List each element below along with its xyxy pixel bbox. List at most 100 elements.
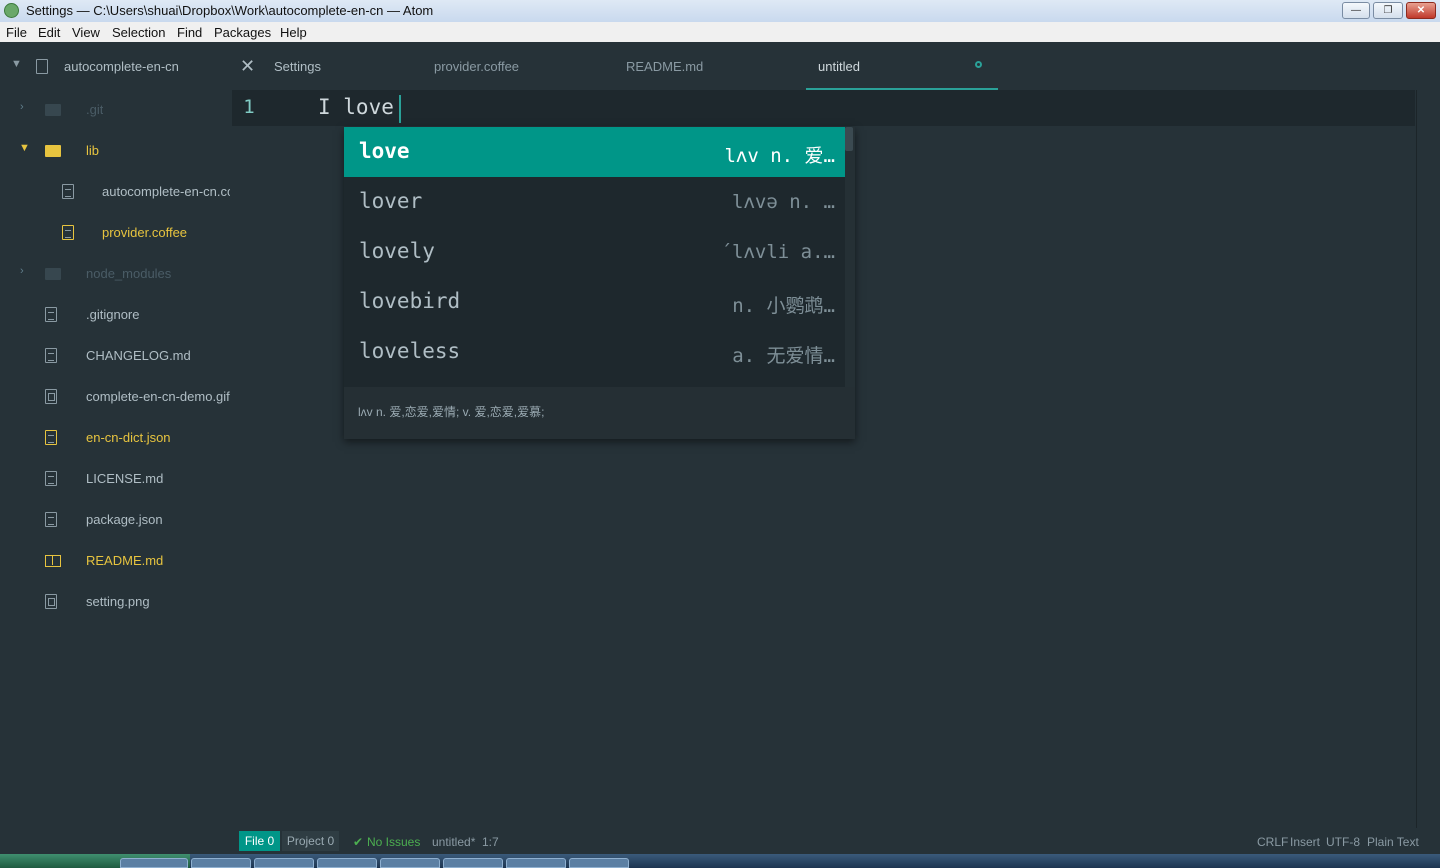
menu-edit[interactable]: Edit [38, 25, 60, 40]
text-cursor [399, 95, 401, 123]
tree-item-setting-png[interactable]: setting.png [0, 590, 232, 614]
scrollbar-thumb[interactable] [845, 127, 853, 151]
file-text-icon [45, 512, 57, 527]
tab-provider-coffee[interactable]: provider.coffee [417, 42, 607, 90]
tree-item-gitignore[interactable]: .gitignore [0, 303, 232, 327]
file-text-icon [62, 225, 74, 240]
tree-item-demo-gif[interactable]: complete-en-cn-demo.gif [0, 385, 232, 409]
tab-readme[interactable]: README.md [612, 42, 802, 90]
taskbar-button[interactable] [569, 858, 629, 868]
menu-help[interactable]: Help [280, 25, 307, 40]
taskbar-button[interactable] [443, 858, 503, 868]
status-bar: File 0 Project 0 ✔ No Issues untitled* 1… [232, 828, 1440, 854]
menu-view[interactable]: View [72, 25, 100, 40]
suggestion-item[interactable]: lovely ´lʌvli a.… [344, 227, 845, 277]
project-name[interactable]: autocomplete-en-cn [64, 59, 179, 74]
vim-mode-indicator: Insert [1290, 835, 1321, 849]
tree-item-node-modules[interactable]: › node_modules [0, 262, 232, 286]
tree-item-label: package.json [86, 512, 163, 527]
suggestion-word: love [359, 139, 410, 163]
taskbar-button[interactable] [191, 858, 251, 868]
tree-item-readme[interactable]: README.md [0, 549, 232, 573]
linter-file-count[interactable]: File 0 [239, 831, 280, 851]
window-titlebar: Settings — C:\Users\shuai\Dropbox\Work\a… [0, 0, 1440, 23]
tree-view: › .git ▼ lib autocomplete-en-cn.cc provi… [0, 90, 232, 828]
tree-item-label: .gitignore [86, 307, 140, 322]
tree-item-git[interactable]: › .git [0, 98, 232, 122]
suggestion-word: lovebird [359, 289, 461, 313]
tree-item-lib[interactable]: ▼ lib [0, 139, 232, 163]
tree-item-label: lib [86, 143, 100, 158]
chevron-right-icon: › [20, 101, 24, 113]
suggestion-word: lovely [359, 239, 435, 263]
atom-logo-icon [4, 3, 19, 18]
suggestion-item[interactable]: loveless a. 无爱情… [344, 327, 845, 377]
taskbar-button[interactable] [254, 858, 314, 868]
suggestion-description: lʌv n. 爱,恋爱,爱情; v. 爱,恋爱,爱慕; [358, 405, 545, 419]
editor-text[interactable]: I love [318, 95, 394, 119]
suggestion-definition: lʌv n. 爱… [724, 145, 835, 167]
menu-selection[interactable]: Selection [112, 25, 165, 40]
folder-icon [45, 104, 61, 116]
folder-icon [45, 268, 61, 280]
tree-item-provider-coffee[interactable]: provider.coffee [0, 221, 232, 245]
tree-item-label: CHANGELOG.md [86, 348, 191, 363]
suggestion-item[interactable]: love lʌv n. 爱… [344, 127, 845, 177]
status-filename[interactable]: untitled* [432, 835, 475, 849]
tree-item-label: complete-en-cn-demo.gif [86, 389, 230, 404]
os-taskbar [0, 854, 1440, 868]
tree-item-label: en-cn-dict.json [86, 430, 171, 445]
chevron-right-icon: › [20, 265, 24, 277]
menu-packages[interactable]: Packages [214, 25, 271, 40]
file-text-icon [45, 307, 57, 322]
tree-item-changelog[interactable]: CHANGELOG.md [0, 344, 232, 368]
linter-project-count[interactable]: Project 0 [282, 831, 339, 851]
taskbar-button[interactable] [506, 858, 566, 868]
taskbar-button[interactable] [317, 858, 377, 868]
suggestion-word: loveless [359, 339, 461, 363]
repo-icon [36, 59, 48, 74]
suggestion-definition: n. 小鹦鹉… [732, 295, 835, 317]
gutter: 1 [232, 90, 290, 126]
file-text-icon [45, 471, 57, 486]
book-icon [45, 555, 61, 567]
tree-item-autocomplete-en-cn[interactable]: autocomplete-en-cn.cc [0, 180, 232, 204]
file-media-icon [45, 594, 57, 609]
tree-item-package-json[interactable]: package.json [0, 508, 232, 532]
minimize-button[interactable]: — [1342, 2, 1370, 19]
file-text-icon [45, 348, 57, 363]
tree-item-label: .git [86, 102, 104, 117]
tab-label: Settings [274, 59, 321, 74]
tree-item-label: node_modules [86, 266, 172, 281]
tab-label: provider.coffee [434, 59, 520, 74]
tree-item-label: setting.png [86, 594, 150, 609]
tree-item-en-cn-dict[interactable]: en-cn-dict.json [0, 426, 232, 450]
taskbar-button[interactable] [120, 858, 188, 868]
cursor-position[interactable]: 1:7 [482, 835, 499, 849]
line-ending-selector[interactable]: CRLF [1257, 835, 1288, 849]
chevron-down-icon[interactable]: ▼ [11, 58, 22, 70]
modified-dot-icon[interactable] [975, 61, 982, 68]
suggestion-item[interactable]: lovebird n. 小鹦鹉… [344, 277, 845, 327]
suggestion-description-panel: lʌv n. 爱,恋爱,爱情; v. 爱,恋爱,爱慕; [344, 387, 855, 439]
suggestion-definition: ´lʌvli a.… [720, 241, 835, 263]
menu-bar: File Edit View Selection Find Packages H… [0, 22, 1440, 43]
tree-item-license[interactable]: LICENSE.md [0, 467, 232, 491]
taskbar-button[interactable] [380, 858, 440, 868]
tree-view-header: ▼ autocomplete-en-cn [0, 42, 232, 90]
encoding-selector[interactable]: UTF-8 [1326, 835, 1360, 849]
menu-find[interactable]: Find [177, 25, 202, 40]
close-button[interactable]: ✕ [1406, 2, 1436, 19]
suggestion-item[interactable]: lover lʌvə n. … [344, 177, 845, 227]
suggestion-scrollbar[interactable] [845, 127, 855, 387]
tab-settings[interactable]: ✕ Settings [232, 42, 402, 90]
grammar-selector[interactable]: Plain Text [1367, 835, 1419, 849]
menu-file[interactable]: File [6, 25, 27, 40]
window-title: Settings — C:\Users\shuai\Dropbox\Work\a… [26, 3, 434, 18]
line-number: 1 [243, 96, 255, 118]
linter-status[interactable]: No Issues [367, 835, 420, 849]
maximize-button[interactable]: ❐ [1373, 2, 1403, 19]
tab-untitled[interactable]: untitled [806, 42, 998, 90]
tree-item-label: LICENSE.md [86, 471, 164, 486]
file-text-icon [45, 430, 57, 445]
